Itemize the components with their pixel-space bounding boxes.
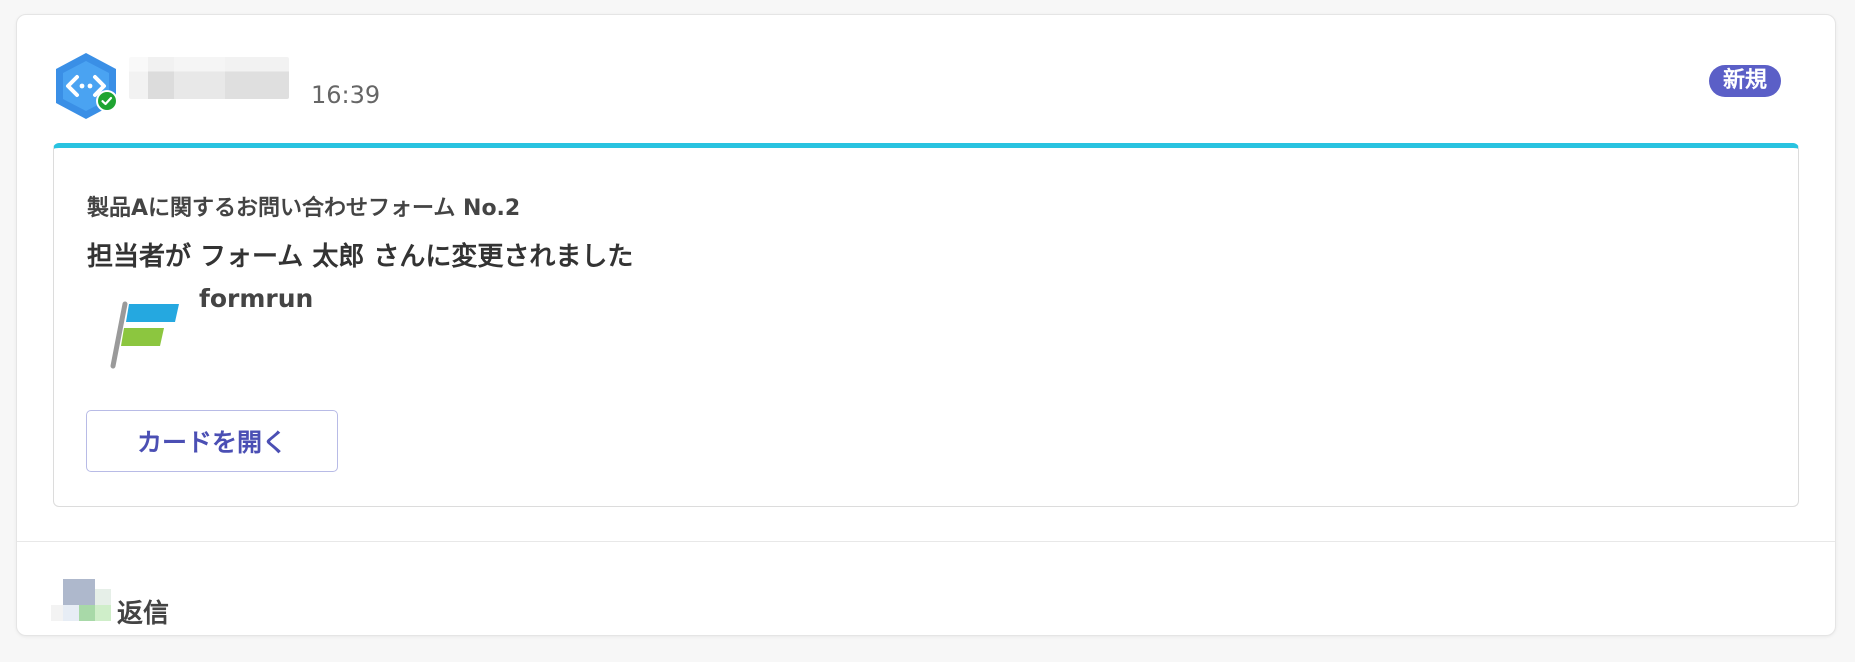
message-timestamp: 16:39	[311, 81, 381, 109]
card-title: 担当者が フォーム 太郎 さんに変更されました	[87, 242, 634, 272]
user-avatar	[51, 575, 111, 635]
reply-divider	[17, 541, 1835, 542]
sender-name-redacted	[129, 57, 289, 99]
open-card-button[interactable]: カードを開く	[86, 410, 338, 472]
formrun-logo-icon	[110, 301, 179, 369]
message-container: 16:39 新規 製品Aに関するお問い合わせフォーム No.2 担当者が フォー…	[16, 14, 1836, 636]
reply-button[interactable]: 返信	[117, 593, 169, 630]
new-status-badge: 新規	[1708, 65, 1781, 97]
verified-check-icon	[96, 90, 118, 112]
app-name: formrun	[199, 284, 314, 313]
card-subtitle: 製品Aに関するお問い合わせフォーム No.2	[87, 196, 521, 221]
message-header: 16:39 新規	[17, 15, 1835, 135]
adaptive-card: 製品Aに関するお問い合わせフォーム No.2 担当者が フォーム 太郎 さんに変…	[53, 143, 1799, 507]
